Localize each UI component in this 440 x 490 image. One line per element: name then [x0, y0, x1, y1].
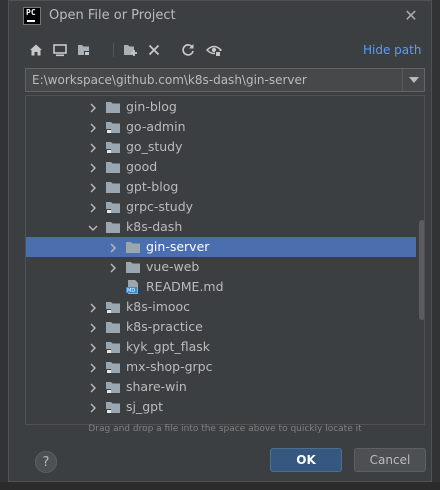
chevron-right-icon[interactable]: [88, 102, 98, 113]
chevron-right-icon[interactable]: [108, 242, 118, 253]
folder-icon: [106, 181, 120, 193]
tree-row[interactable]: k8s-practice: [26, 317, 416, 337]
project-folder-icon: [106, 121, 120, 133]
combo-dropdown-button[interactable]: [402, 69, 424, 91]
cancel-button[interactable]: Cancel: [354, 448, 426, 472]
chevron-right-icon[interactable]: [88, 182, 98, 193]
chevron-right-icon[interactable]: [88, 362, 98, 373]
tree-row[interactable]: sj_gpt: [26, 397, 416, 417]
dialog-title: Open File or Project: [49, 8, 176, 23]
folder-icon: [106, 221, 120, 233]
chevron-down-icon[interactable]: [88, 222, 98, 232]
project-folder-icon: [106, 341, 120, 353]
chevron-right-icon[interactable]: [88, 142, 98, 153]
chevron-right-icon[interactable]: [88, 162, 98, 173]
new-folder-icon[interactable]: [121, 41, 139, 59]
folder-icon: [106, 101, 120, 113]
project-folder-icon[interactable]: [75, 41, 93, 59]
chevron-right-icon[interactable]: [108, 262, 118, 273]
backdrop-bottom: [0, 482, 440, 490]
chevron-right-icon[interactable]: [88, 402, 98, 413]
backdrop-right: [432, 0, 440, 490]
tree-row-label: k8s-dash: [126, 219, 183, 234]
chevron-right-icon[interactable]: [88, 382, 98, 393]
path-input[interactable]: E:\workspace\github.com\k8s-dash\gin-ser…: [32, 73, 402, 89]
tree-row[interactable]: k8s-dash: [26, 217, 416, 237]
tree-row[interactable]: vue-web: [26, 257, 416, 277]
project-folder-icon: [106, 401, 120, 413]
tree-row[interactable]: go_study: [26, 137, 416, 157]
tree-row-selected[interactable]: gin-server: [26, 237, 416, 257]
tree-row-label: share-win: [126, 379, 187, 394]
tree-row[interactable]: gpt-blog: [26, 177, 416, 197]
close-icon[interactable]: ✕: [401, 6, 421, 26]
tree-row[interactable]: grpc-study: [26, 197, 416, 217]
help-button[interactable]: ?: [35, 451, 57, 473]
tree-row[interactable]: MD README.md: [26, 277, 416, 297]
chevron-right-icon[interactable]: [88, 322, 98, 333]
tree-row-label: grpc-study: [126, 199, 194, 214]
path-combobox[interactable]: E:\workspace\github.com\k8s-dash\gin-ser…: [25, 68, 425, 92]
tree-row[interactable]: kyk_gpt_flask: [26, 337, 416, 357]
folder-icon: [126, 261, 140, 273]
show-hidden-icon[interactable]: [205, 41, 223, 59]
project-folder-icon: [106, 301, 120, 313]
tree-row-label: README.md: [146, 279, 224, 294]
project-folder-icon: [106, 361, 120, 373]
tree-row-label: kyk_gpt_flask: [126, 339, 210, 354]
folder-icon: [106, 321, 120, 333]
backdrop-left: [0, 0, 8, 490]
project-folder-icon: [106, 201, 120, 213]
chevron-right-icon[interactable]: [88, 202, 98, 213]
folder-icon: [106, 161, 120, 173]
tree-row[interactable]: go-admin: [26, 117, 416, 137]
svg-text:MD: MD: [127, 288, 135, 294]
tree-row[interactable]: share-win: [26, 377, 416, 397]
desktop-icon[interactable]: [51, 41, 69, 59]
ok-button[interactable]: OK: [270, 448, 342, 472]
toolbar-separator: [113, 43, 114, 57]
tree-row[interactable]: good: [26, 157, 416, 177]
title-bar: PC Open File or Project ✕: [9, 1, 431, 31]
chevron-right-icon[interactable]: [88, 302, 98, 313]
pycharm-logo-icon: PC: [23, 7, 41, 25]
tree-row[interactable]: k8s-imooc: [26, 297, 416, 317]
tree-row-label: gin-server: [146, 239, 210, 254]
project-folder-icon: [106, 381, 120, 393]
drag-drop-hint: Drag and drop a file into the space abov…: [88, 424, 362, 434]
tree-row-label: sj_gpt: [126, 399, 164, 414]
project-folder-icon: [106, 141, 120, 153]
tree-row-label: gin-blog: [126, 99, 177, 114]
tree-row-label: k8s-practice: [126, 319, 203, 334]
tree-row[interactable]: gin-blog: [26, 97, 416, 117]
refresh-icon[interactable]: [179, 41, 197, 59]
tree-row-label: go-admin: [126, 119, 186, 134]
home-icon[interactable]: [27, 41, 45, 59]
tree-row[interactable]: mx-shop-grpc: [26, 357, 416, 377]
file-tree[interactable]: sj_gpt share-win mx-shop-grpc kyk_gpt_flask…: [25, 95, 425, 425]
tree-row-label: good: [126, 159, 158, 174]
chevron-right-icon[interactable]: [88, 122, 98, 133]
tree-row-label: vue-web: [146, 259, 200, 274]
hide-path-link[interactable]: Hide path: [363, 43, 421, 57]
tree-row-label: gpt-blog: [126, 179, 179, 194]
open-file-dialog: PC Open File or Project ✕ Hide path E:\w…: [8, 0, 432, 482]
scrollbar-thumb[interactable]: [419, 220, 424, 320]
folder-icon: [126, 241, 140, 253]
chevron-right-icon[interactable]: [88, 342, 98, 353]
tree-row-label: go_study: [126, 139, 183, 154]
delete-icon[interactable]: [145, 41, 163, 59]
markdown-file-icon: MD: [126, 280, 140, 294]
tree-row-label: mx-shop-grpc: [126, 359, 213, 374]
tree-row-label: k8s-imooc: [126, 299, 191, 314]
chevron-down-icon: [409, 77, 419, 83]
